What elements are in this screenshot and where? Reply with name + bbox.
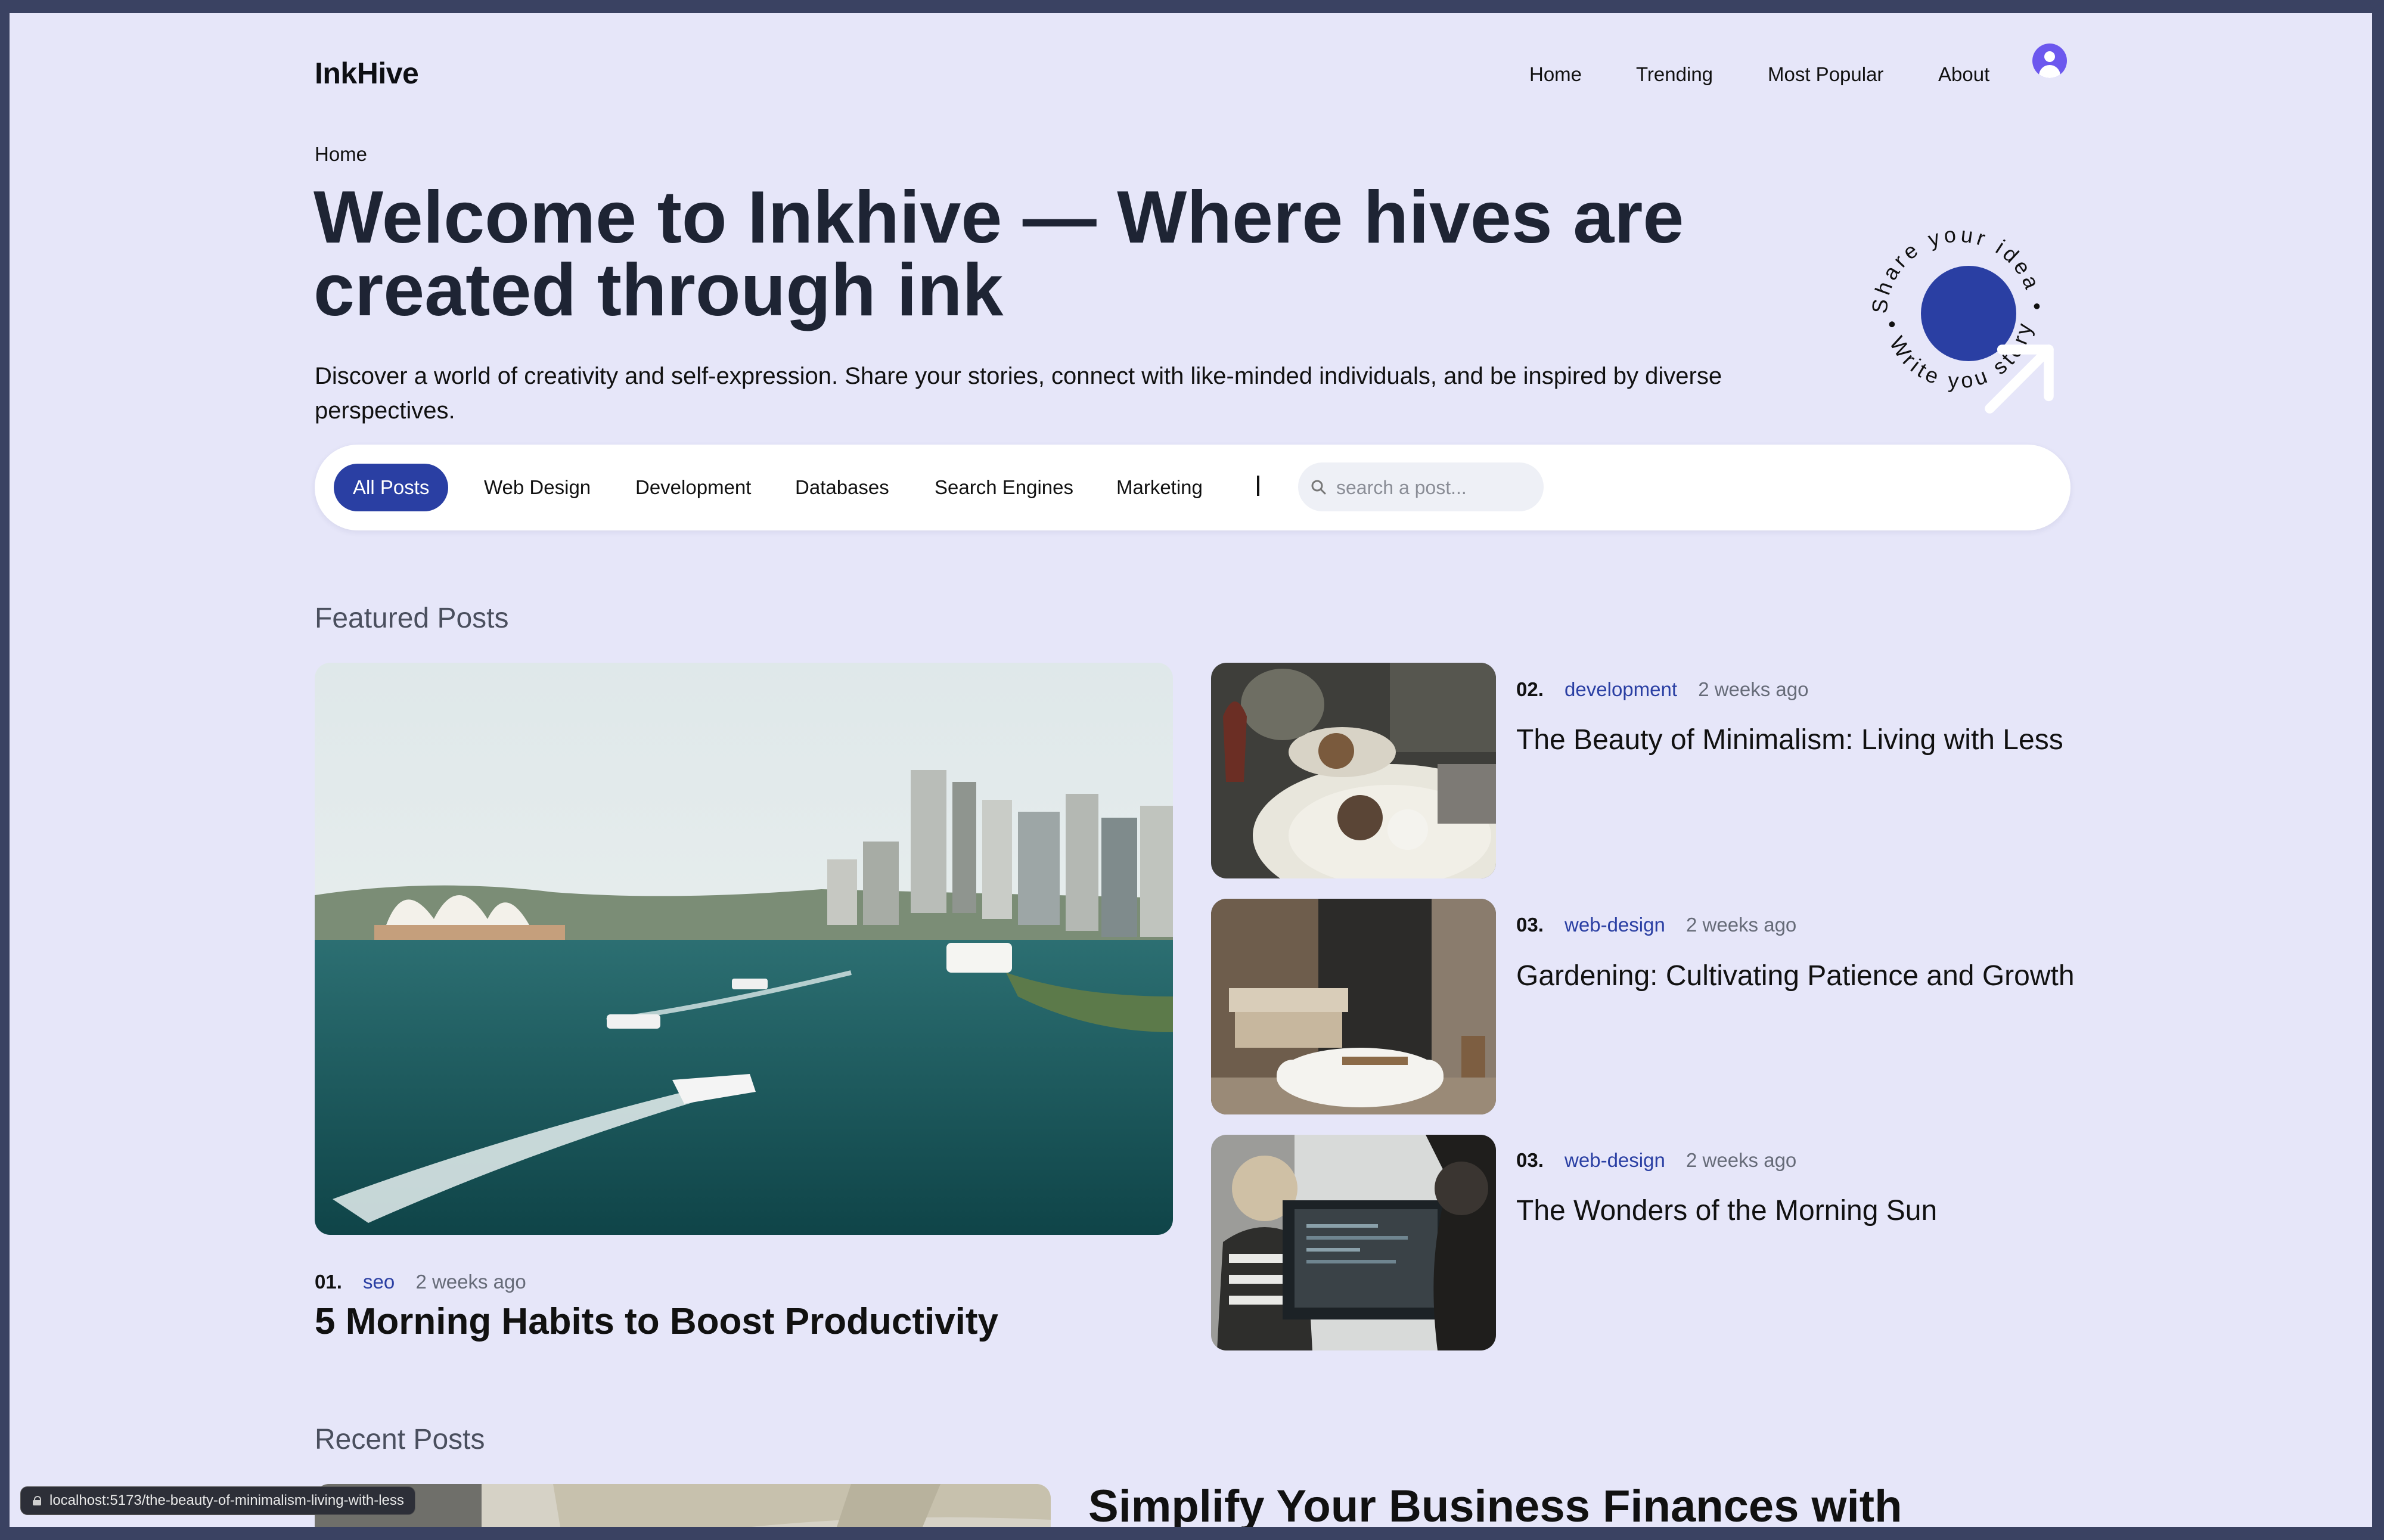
chip-web-design[interactable]: Web Design <box>484 464 591 511</box>
side-post-3-meta: 03. web-design 2 weeks ago <box>1516 1149 1796 1172</box>
nav-about[interactable]: About <box>1938 63 1989 86</box>
side-post-1-meta: 02. development 2 weeks ago <box>1516 678 1808 701</box>
post-time: 2 weeks ago <box>1686 1149 1797 1171</box>
recent-posts-heading: Recent Posts <box>315 1424 485 1455</box>
filter-divider <box>1257 476 1259 496</box>
post-time: 2 weeks ago <box>1698 678 1809 700</box>
nav-trending[interactable]: Trending <box>1636 63 1713 86</box>
category-filter-bar: All Posts Web Design Development Databas… <box>315 445 2071 530</box>
side-post-3-title[interactable]: The Wonders of the Morning Sun <box>1516 1192 2082 1230</box>
nav-home[interactable]: Home <box>1529 63 1582 86</box>
search-icon <box>1311 480 1326 495</box>
chip-development[interactable]: Development <box>635 464 751 511</box>
side-post-2-meta: 03. web-design 2 weeks ago <box>1516 914 1796 936</box>
post-category-link[interactable]: seo <box>363 1271 395 1293</box>
post-number: 02. <box>1516 678 1544 700</box>
browser-viewport: InkHive Home Trending Most Popular About… <box>10 13 2372 1527</box>
arrow-up-right-icon[interactable] <box>1921 266 2054 414</box>
nav-most-popular[interactable]: Most Popular <box>1768 63 1883 86</box>
chip-search-engines[interactable]: Search Engines <box>935 464 1073 511</box>
top-navbar: InkHive Home Trending Most Popular About <box>10 13 2372 132</box>
recent-post-title[interactable]: Simplify Your Business Finances with <box>1088 1480 1902 1527</box>
chip-all-posts[interactable]: All Posts <box>334 464 449 511</box>
featured-posts-heading: Featured Posts <box>315 603 509 634</box>
post-number: 03. <box>1516 914 1544 936</box>
user-avatar-icon[interactable] <box>2032 44 2067 78</box>
post-time: 2 weeks ago <box>1686 914 1797 936</box>
chip-databases[interactable]: Databases <box>795 464 889 511</box>
chip-marketing[interactable]: Marketing <box>1116 464 1203 511</box>
post-category-link[interactable]: web-design <box>1564 1149 1665 1171</box>
status-url: localhost:5173/the-beauty-of-minimalism-… <box>49 1492 404 1508</box>
post-category-link[interactable]: development <box>1564 678 1677 700</box>
share-story-badge[interactable]: Share your idea • • Write you story <box>1860 192 2057 418</box>
post-number: 01. <box>315 1271 342 1293</box>
site-logo[interactable]: InkHive <box>315 56 419 91</box>
post-category-link[interactable]: web-design <box>1564 914 1665 936</box>
post-number: 03. <box>1516 1149 1544 1171</box>
side-post-image-food[interactable] <box>1211 663 1496 878</box>
hero-title: Welcome to Inkhive — Where hives are cre… <box>313 176 1684 331</box>
search-input[interactable] <box>1335 472 1534 503</box>
search-box[interactable] <box>1298 462 1544 511</box>
lock-icon <box>33 1496 41 1505</box>
recent-post-image[interactable] <box>315 1484 1051 1527</box>
side-post-image-bathroom[interactable] <box>1211 899 1496 1114</box>
side-post-image-office[interactable] <box>1211 1135 1496 1350</box>
breadcrumb: Home <box>315 143 368 165</box>
post-time: 2 weeks ago <box>415 1271 526 1293</box>
side-post-2-title[interactable]: Gardening: Cultivating Patience and Grow… <box>1516 957 2082 995</box>
side-post-1-title[interactable]: The Beauty of Minimalism: Living with Le… <box>1516 721 2082 759</box>
featured-post-image[interactable] <box>315 663 1173 1235</box>
featured-main-meta: 01. seo 2 weeks ago <box>315 1271 526 1293</box>
link-status-bar: localhost:5173/the-beauty-of-minimalism-… <box>20 1486 415 1515</box>
hero-description: Discover a world of creativity and self-… <box>315 363 1722 424</box>
featured-main-title[interactable]: 5 Morning Habits to Boost Productivity <box>315 1300 998 1343</box>
